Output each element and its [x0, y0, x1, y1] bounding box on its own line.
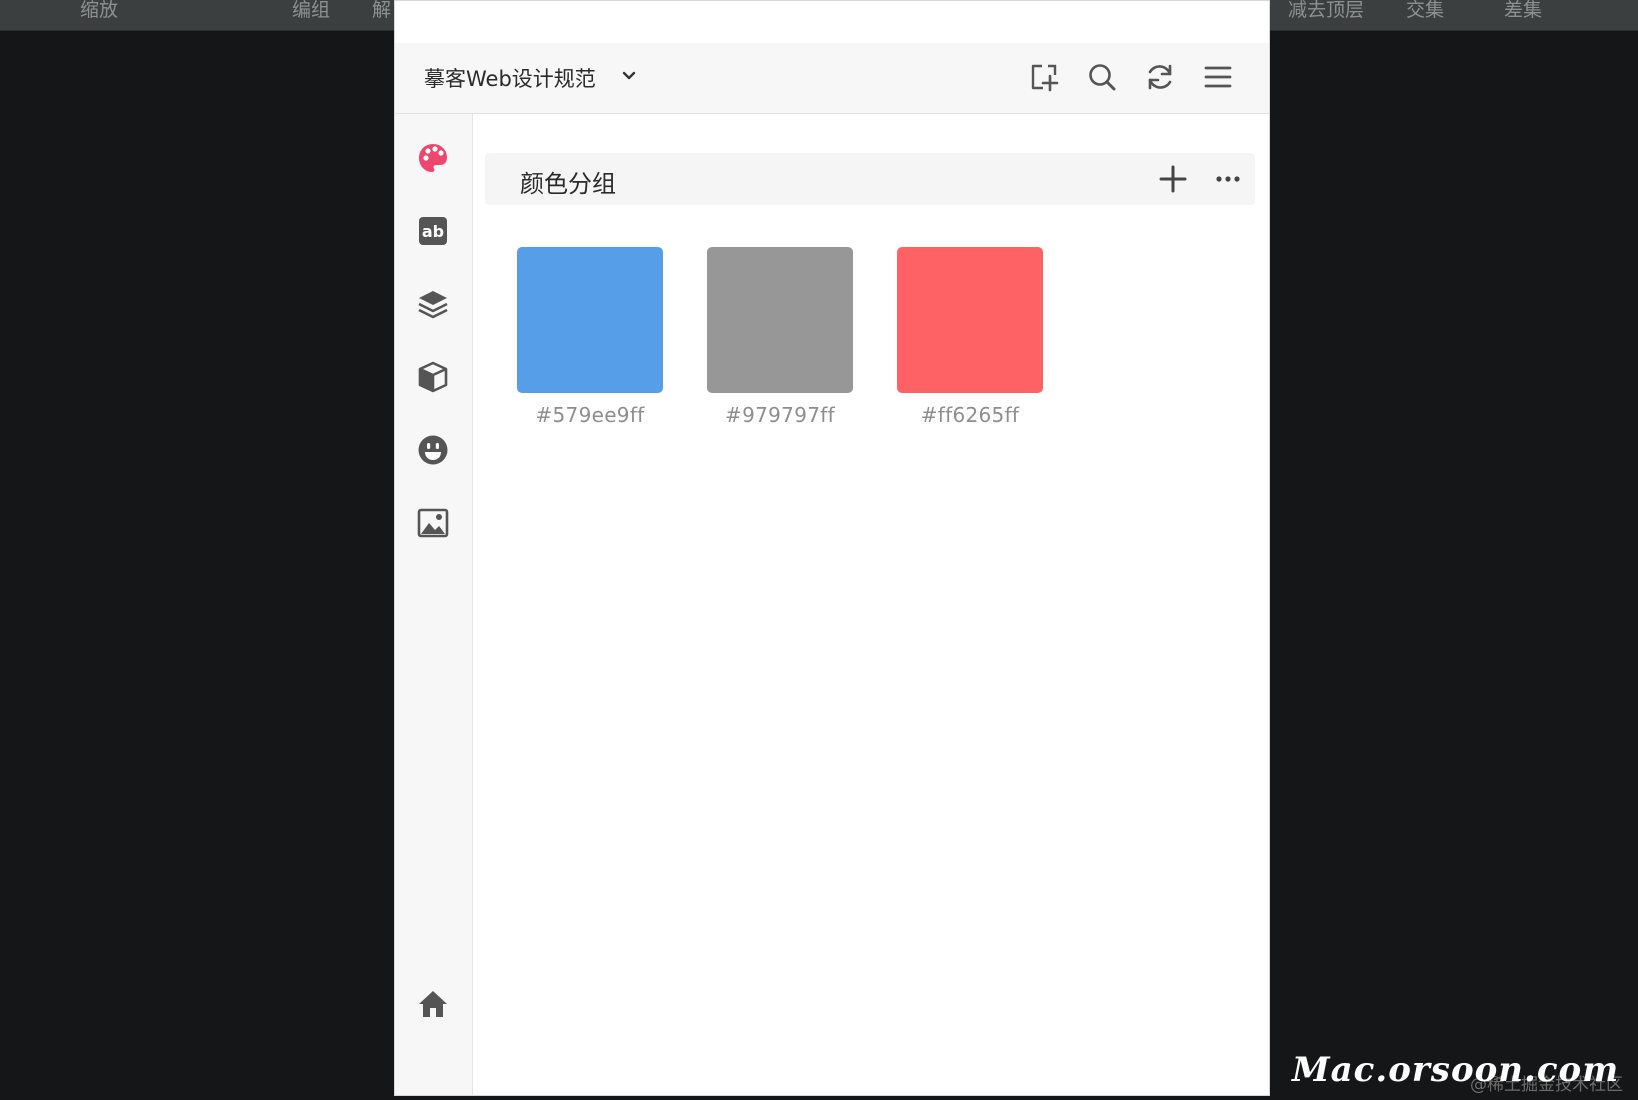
color-swatch[interactable] [707, 247, 853, 393]
add-icon[interactable] [1156, 162, 1190, 196]
host-item-difference[interactable]: 差集 [1504, 0, 1542, 20]
color-swatch[interactable] [517, 247, 663, 393]
color-swatch-item[interactable]: #579ee9ff [517, 247, 663, 427]
svg-text:ab: ab [422, 222, 444, 241]
color-swatch-item[interactable]: #979797ff [707, 247, 853, 427]
panel-header: 摹客Web设计规范 [395, 43, 1269, 114]
host-item-group[interactable]: 编组 [292, 0, 330, 20]
swatch-hex-label: #579ee9ff [535, 403, 645, 427]
refresh-icon[interactable] [1143, 60, 1177, 94]
color-swatch[interactable] [897, 247, 1043, 393]
swatch-hex-label: #ff6265ff [920, 403, 1020, 427]
host-item-zoom[interactable]: 缩放 [80, 0, 118, 20]
color-swatch-item[interactable]: #ff6265ff [897, 247, 1043, 427]
plugin-panel: 摹客Web设计规范 ab 颜色分组 #579ee9ff #979797ff #f… [394, 0, 1270, 1096]
component-icon[interactable] [416, 360, 450, 394]
swatch-hex-label: #979797ff [725, 403, 835, 427]
host-item-subtract[interactable]: 减去顶层 [1288, 0, 1364, 20]
palette-icon[interactable] [416, 141, 450, 175]
project-title[interactable]: 摹客Web设计规范 [424, 63, 596, 93]
menu-icon[interactable] [1201, 60, 1235, 94]
more-icon[interactable] [1211, 162, 1245, 196]
add-artboard-icon[interactable] [1027, 60, 1061, 94]
image-icon[interactable] [416, 506, 450, 540]
search-icon[interactable] [1085, 60, 1119, 94]
color-group-header: 颜色分组 [485, 153, 1255, 205]
layers-icon[interactable] [416, 287, 450, 321]
chevron-down-icon[interactable] [621, 69, 637, 83]
text-style-icon[interactable]: ab [416, 214, 450, 248]
host-item-ungroup[interactable]: 解 [372, 0, 391, 20]
emoji-icon[interactable] [416, 433, 450, 467]
watermark: Mac.orsoon.com [1292, 1050, 1620, 1090]
sidebar: ab [395, 114, 473, 1095]
color-group-title: 颜色分组 [520, 170, 616, 198]
host-item-intersect[interactable]: 交集 [1406, 0, 1444, 20]
home-icon[interactable] [416, 987, 450, 1021]
